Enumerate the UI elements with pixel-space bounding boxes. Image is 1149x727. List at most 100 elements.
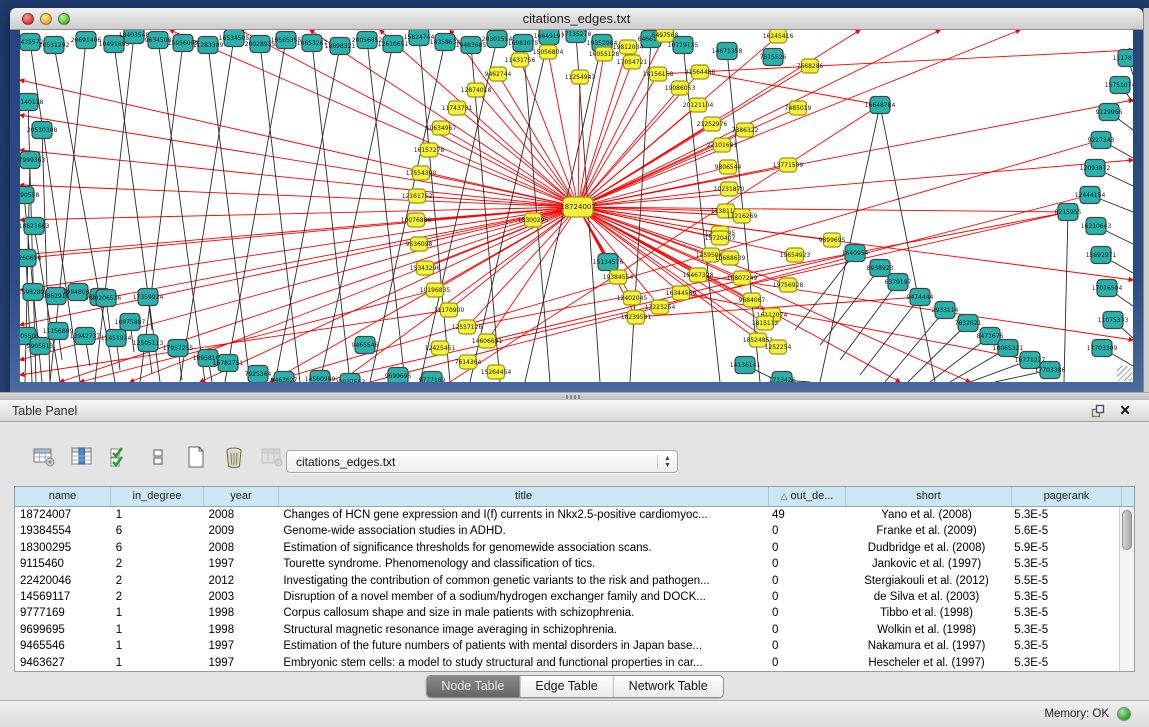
graph-node[interactable]: 1640954 [842,245,869,262]
table-cell[interactable]: 0 [767,638,844,654]
graph-node[interactable]: 11743731 [442,101,473,115]
table-row[interactable]: 946362711997Embryonic stem cells: a mode… [15,655,1119,671]
graph-node[interactable]: 1733426 [769,372,796,383]
tab-network-table[interactable]: Network Table [614,676,723,697]
graph-node[interactable]: 17016504 [1092,280,1123,297]
table-cell[interactable]: Changes of HCN gene expression and I(f) … [278,507,767,523]
table-row[interactable]: 969969511998Structural magnetic resonanc… [15,622,1119,638]
graph-node[interactable]: 15134576 [593,254,624,271]
graph-node[interactable]: 9777169 [419,372,446,383]
table-cell[interactable]: 2012 [204,573,279,589]
table-cell[interactable]: 0 [767,523,844,539]
table-cell[interactable]: 2008 [204,507,279,523]
table-cell[interactable]: 18300295 [15,540,111,556]
graph-node[interactable]: 9129966 [1096,104,1123,121]
table-cell[interactable]: Stergiakouli et al. (2012) [844,573,1010,589]
table-cell[interactable]: Genome-wide association studies in ADHD. [278,523,767,539]
table-cell[interactable]: Wolkin et al. (1998) [844,622,1010,638]
graph-node[interactable]: 16210643 [1081,218,1112,235]
table-cell[interactable]: 1998 [204,622,279,638]
graph-node[interactable]: 7485019 [785,101,812,115]
table-cell[interactable]: 2003 [204,589,279,605]
graph-node[interactable]: 2933114 [932,302,959,319]
graph-node[interactable]: 16648784 [865,97,896,114]
table-cell[interactable]: 0 [767,622,844,638]
graph-node[interactable]: 15751074 [1105,77,1133,94]
graph-node[interactable]: 17999363 [20,152,45,169]
graph-node[interactable]: 9463627 [271,372,298,383]
graph-node[interactable]: 19654923 [780,248,811,262]
table-cell[interactable]: 2008 [204,540,279,556]
table-cell[interactable]: Investigating the contribution of common… [278,573,767,589]
rows-icon[interactable] [144,443,172,471]
table-cell[interactable]: 9699695 [15,622,111,638]
table-cell[interactable]: 1 [111,605,204,621]
graph-node[interactable]: 8215955 [1055,204,1082,221]
table-cell[interactable]: 0 [767,573,844,589]
graph-node[interactable]: 12425451 [425,341,456,355]
table-cell[interactable]: 2 [111,589,204,605]
table-cell[interactable]: Estimation of the future numbers of pati… [278,638,767,654]
row-select-icon[interactable] [106,443,134,471]
table-row[interactable]: 977716911998Corpus callosum shape and si… [15,605,1119,621]
table-cell[interactable]: 9465546 [15,638,111,654]
table-cell[interactable]: 1 [111,622,204,638]
table-cell[interactable]: Corpus callosum shape and size in male p… [278,605,767,621]
column-select-icon[interactable] [68,443,96,471]
tab-node-table[interactable]: Node Table [426,676,520,697]
table-cell[interactable]: 2 [111,573,204,589]
table-cell[interactable]: 1 [111,655,204,671]
graph-node[interactable]: 18239591 [621,310,652,324]
graph-node[interactable]: 20121104 [683,98,714,112]
graph-node[interactable]: 7614364 [455,355,482,369]
table-cell[interactable]: Hescheler et al. (1997) [844,655,1010,671]
divider-grip-icon[interactable] [566,395,582,399]
table-cell[interactable]: 18724007 [15,507,111,523]
graph-node[interactable]: 16245416 [763,30,794,43]
table-cell[interactable]: Embryonic stem cells: a model to study s… [278,655,767,671]
table-cell[interactable]: 5.6E-5 [1009,523,1119,539]
table-cell[interactable]: 1997 [204,638,279,654]
table-cell[interactable]: 2 [111,556,204,572]
graph-node[interactable]: 16157278 [414,143,445,157]
graph-node[interactable]: 14606691 [472,334,503,348]
column-header[interactable]: △out_de... [769,487,846,506]
graph-node[interactable]: 19384554 [603,270,634,284]
graph-node[interactable]: 11178712 [1113,50,1133,67]
table-cell[interactable]: 5.9E-5 [1009,540,1119,556]
column-header[interactable]: in_degree [111,487,204,506]
graph-node[interactable]: 9806544 [715,160,742,174]
table-cell[interactable]: 5.3E-5 [1009,556,1119,572]
table-cell[interactable]: 14569117 [15,589,111,605]
close-panel-icon[interactable]: ✕ [1119,402,1131,419]
graph-node[interactable]: 6379197 [885,274,912,291]
table-vertical-scrollbar[interactable] [1119,507,1134,671]
table-selector[interactable]: citations_edges.txt ▲▼ [286,450,678,473]
window-titlebar[interactable]: citations_edges.txt [10,8,1143,30]
graph-node[interactable]: 12557126 [452,320,483,334]
table-cell[interactable]: 49 [767,507,844,523]
table-cell[interactable]: 5.3E-5 [1009,507,1119,523]
combo-stepper-icon[interactable]: ▲▼ [657,455,677,469]
table-cell[interactable]: 1997 [204,556,279,572]
graph-node[interactable]: 7515526 [760,49,787,66]
table-cell[interactable]: de Silva et al. (2003) [844,589,1010,605]
graph-node[interactable]: 14671358 [712,43,743,60]
graph-node[interactable]: 10653267 [297,35,328,52]
table-cell[interactable]: Disruption of a novel member of a sodium… [278,589,767,605]
table-cell[interactable]: Dudbridge et al. (2008) [844,540,1010,556]
table-row[interactable]: 911546021997Tourette syndrome. Phenomeno… [15,556,1119,572]
graph-node[interactable]: 9462744 [485,67,512,81]
table-cell[interactable]: 5.3E-5 [1009,655,1119,671]
table-cell[interactable]: 5.3E-5 [1009,589,1119,605]
scrollbar-thumb[interactable] [1122,510,1132,550]
table-cell[interactable]: 1 [111,507,204,523]
column-header[interactable]: year [204,487,279,506]
column-header[interactable]: name [15,487,111,506]
table-cell[interactable]: 0 [767,605,844,621]
graph-node[interactable]: 7925364 [245,366,272,383]
table-cell[interactable]: Jankovic et al. (1997) [844,556,1010,572]
table-cell[interactable]: 1998 [204,605,279,621]
graph-node[interactable]: 12444154 [1075,187,1106,204]
graph-node[interactable]: 10634967 [426,121,457,135]
